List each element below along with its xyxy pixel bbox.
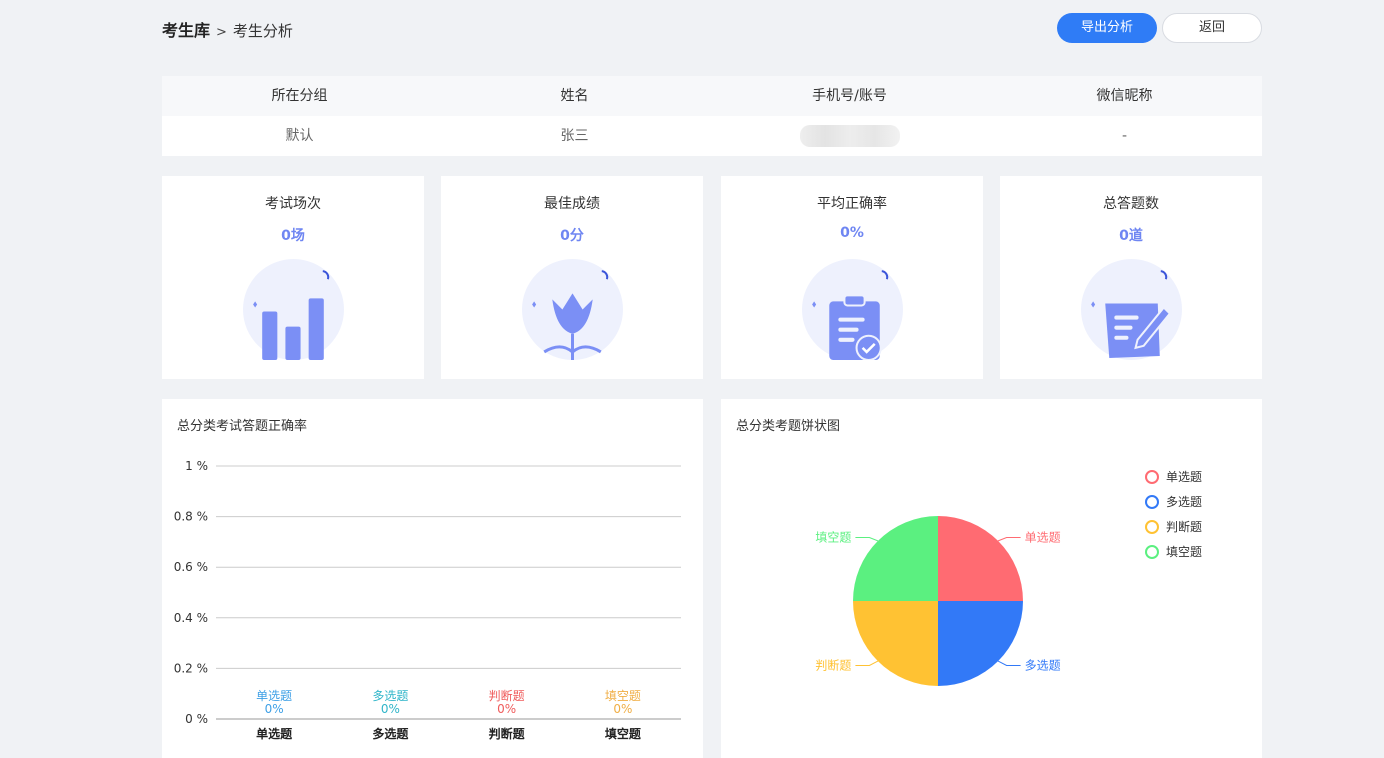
pie-slice — [938, 516, 1023, 601]
breadcrumb-separator: > — [216, 25, 227, 40]
stat-value: 0分 — [560, 228, 584, 244]
accuracy-bar-chart: 0 %0.2 %0.4 %0.6 %0.8 %1 %单选题0%单选题多选题0%多… — [174, 459, 681, 741]
clipboard-check-icon — [802, 259, 903, 360]
pie-slice — [853, 516, 938, 601]
pie-slice-label: 单选题 — [1025, 531, 1061, 545]
x-tick-label: 判断题 — [489, 726, 526, 741]
category-pie-chart-panel: 总分类考题饼状图 单选题 多选题 判断题 填空题 单选题 多选题 判断题 填空题 — [721, 399, 1262, 758]
pie-slice-label: 判断题 — [815, 657, 851, 672]
pie-slice-label: 多选题 — [1025, 658, 1061, 672]
stat-label: 平均正确率 — [817, 196, 887, 212]
stat-card-total-answers: 总答题数 0道 — [1000, 176, 1262, 379]
y-tick-label: 0.8 % — [174, 510, 208, 524]
breadcrumb-root[interactable]: 考生库 — [162, 21, 210, 40]
stat-card-best-score: 最佳成绩 0分 — [441, 176, 703, 379]
category-pie-chart: 单选题多选题判断题填空题单选题多选题判断题填空题 — [815, 470, 1202, 686]
bar-series-label: 单选题 — [256, 689, 292, 703]
pie-label-line — [997, 660, 1021, 666]
stat-card-exam-count: 考试场次 0场 — [162, 176, 424, 379]
export-analysis-button[interactable]: 导出分析 — [1057, 13, 1157, 43]
legend-label: 多选题 — [1166, 495, 1202, 509]
legend-label: 填空题 — [1166, 545, 1202, 559]
y-tick-label: 0 % — [185, 712, 208, 726]
stat-label: 考试场次 — [265, 196, 321, 212]
legend-label: 单选题 — [1166, 470, 1202, 484]
bar-value-label: 0% — [265, 702, 284, 716]
cell-name: 张三 — [560, 128, 589, 144]
breadcrumb: 考生库 > 考生分析 — [162, 17, 293, 41]
cell-group: 默认 — [285, 128, 314, 144]
candidate-info-table: 所在分组 姓名 手机号/账号 微信昵称 默认 张三 - — [162, 76, 1262, 156]
pie-slice — [853, 601, 938, 686]
bar-value-label: 0% — [613, 702, 632, 716]
pie-label-line — [997, 537, 1021, 542]
stat-value: 0% — [840, 225, 864, 241]
table-row: 默认 张三 - — [162, 116, 1262, 156]
cell-wechat: - — [1121, 128, 1128, 144]
notepad-pen-icon — [1081, 259, 1182, 360]
stat-label: 最佳成绩 — [544, 196, 600, 212]
accuracy-bar-chart-panel: 总分类考试答题正确率 0 % 0.2 % 0.4 % 0.6 % 0.8 % 1 % 单选题… — [162, 399, 703, 758]
breadcrumb-current: 考生分析 — [232, 22, 293, 40]
back-button[interactable]: 返回 — [1162, 13, 1262, 43]
pie-slice-label: 填空题 — [815, 531, 851, 545]
pie-slice — [938, 601, 1023, 686]
legend-marker — [1145, 470, 1159, 484]
y-tick-label: 1 % — [185, 459, 208, 473]
redacted-phone — [799, 125, 900, 147]
y-tick-label: 0.6 % — [174, 560, 208, 574]
bar-series-label: 多选题 — [372, 689, 408, 703]
top-bar: 考生库 > 考生分析 导出分析 返回 — [162, 0, 1262, 56]
stat-card-average-accuracy: 平均正确率 0% — [721, 176, 983, 379]
y-tick-label: 0.4 % — [174, 611, 208, 625]
legend-marker — [1145, 520, 1159, 534]
x-tick-label: 填空题 — [605, 726, 642, 741]
legend-marker — [1145, 495, 1159, 509]
stat-value: 0道 — [1119, 228, 1143, 244]
bar-chart-icon — [243, 259, 344, 360]
legend-marker — [1145, 545, 1159, 559]
pie-label-line — [855, 660, 879, 666]
bar-series-label: 填空题 — [605, 689, 641, 703]
y-tick-label: 0.2 % — [174, 661, 208, 675]
table-header: 所在分组 姓名 手机号/账号 微信昵称 — [162, 76, 1262, 116]
pie-label-line — [855, 537, 879, 542]
stat-value: 0场 — [281, 228, 305, 244]
cell-phone — [712, 116, 987, 156]
bar-series-label: 判断题 — [489, 688, 525, 703]
x-tick-label: 多选题 — [372, 726, 409, 741]
bar-value-label: 0% — [381, 702, 400, 716]
column-header-phone: 手机号/账号 — [812, 88, 887, 104]
tulip-icon — [522, 259, 623, 360]
column-header-wechat: 微信昵称 — [1096, 88, 1153, 104]
column-header-name: 姓名 — [560, 88, 589, 104]
x-tick-label: 单选题 — [256, 726, 293, 741]
column-header-group: 所在分组 — [271, 88, 328, 104]
bar-value-label: 0% — [497, 702, 516, 716]
legend-label: 判断题 — [1166, 519, 1202, 534]
stat-label: 总答题数 — [1103, 196, 1159, 212]
